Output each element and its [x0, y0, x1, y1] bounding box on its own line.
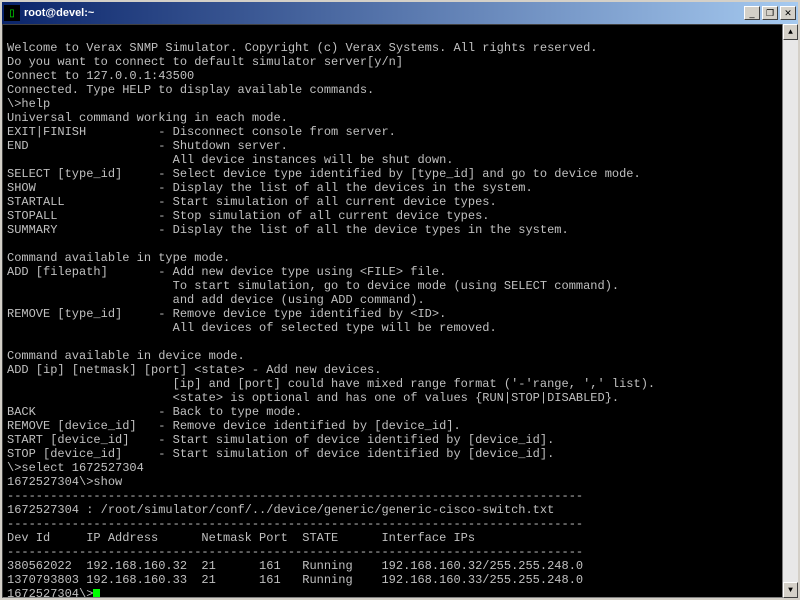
hdr-typemode: Command available in type mode. [7, 251, 230, 265]
help-devremove: REMOVE [device_id] - Remove device ident… [7, 419, 461, 433]
titlebar: ▯ root@devel:~ _ ❐ ✕ [2, 2, 798, 24]
close-button[interactable]: ✕ [780, 6, 796, 20]
line-welcome: Welcome to Verax SNMP Simulator. Copyrig… [7, 41, 598, 55]
help-end-2: All device instances will be shut down. [7, 153, 453, 167]
scroll-up-button[interactable]: ▲ [783, 24, 798, 40]
help-select: SELECT [type_id] - Select device type id… [7, 167, 641, 181]
help-remove-2: All devices of selected type will be rem… [7, 321, 497, 335]
help-devstart: START [device_id] - Start simulation of … [7, 433, 554, 447]
help-add-1: ADD [filepath] - Add new device type usi… [7, 265, 446, 279]
maximize-button[interactable]: ❐ [762, 6, 778, 20]
window-title: root@devel:~ [24, 7, 744, 19]
cursor-icon [93, 589, 100, 598]
divider-3: ----------------------------------------… [7, 545, 583, 559]
scrollbar[interactable]: ▲ ▼ [782, 24, 798, 598]
cmd-help: \>help [7, 97, 50, 111]
hdr-universal: Universal command working in each mode. [7, 111, 288, 125]
hdr-devmode: Command available in device mode. [7, 349, 245, 363]
help-devadd-2: [ip] and [port] could have mixed range f… [7, 377, 655, 391]
cmd-select: \>select 1672527304 [7, 461, 144, 475]
help-end: END - Shutdown server. [7, 139, 288, 153]
help-summary: SUMMARY - Display the list of all the de… [7, 223, 569, 237]
terminal-output[interactable]: Welcome to Verax SNMP Simulator. Copyrig… [2, 24, 798, 598]
scroll-track[interactable] [783, 40, 798, 582]
putty-icon: ▯ [4, 5, 20, 21]
help-show: SHOW - Display the list of all the devic… [7, 181, 533, 195]
help-devadd-3: <state> is optional and has one of value… [7, 391, 619, 405]
divider-1: ----------------------------------------… [7, 489, 583, 503]
cmd-show: 1672527304\>show [7, 475, 122, 489]
help-back: BACK - Back to type mode. [7, 405, 302, 419]
table-row: 380562022 192.168.160.32 21 161 Running … [7, 559, 583, 573]
minimize-button[interactable]: _ [744, 6, 760, 20]
help-remove-1: REMOVE [type_id] - Remove device type id… [7, 307, 446, 321]
help-add-2: To start simulation, go to device mode (… [7, 279, 619, 293]
line-connect-to: Connect to 127.0.0.1:43500 [7, 69, 194, 83]
divider-2: ----------------------------------------… [7, 517, 583, 531]
help-devadd-1: ADD [ip] [netmask] [port] <state> - Add … [7, 363, 381, 377]
help-stopall: STOPALL - Stop simulation of all current… [7, 209, 489, 223]
help-exit: EXIT|FINISH - Disconnect console from se… [7, 125, 396, 139]
table-header: Dev Id IP Address Netmask Port STATE Int… [7, 531, 475, 545]
prompt: 1672527304\> [7, 587, 93, 598]
help-startall: STARTALL - Start simulation of all curre… [7, 195, 497, 209]
device-path: 1672527304 : /root/simulator/conf/../dev… [7, 503, 554, 517]
line-connected: Connected. Type HELP to display availabl… [7, 83, 374, 97]
line-connect-prompt: Do you want to connect to default simula… [7, 55, 403, 69]
terminal-window: ▯ root@devel:~ _ ❐ ✕ Welcome to Verax SN… [0, 0, 800, 600]
help-add-3: and add device (using ADD command). [7, 293, 425, 307]
help-devstop: STOP [device_id] - Start simulation of d… [7, 447, 554, 461]
table-row: 1370793803 192.168.160.33 21 161 Running… [7, 573, 583, 587]
scroll-down-button[interactable]: ▼ [783, 582, 798, 598]
window-buttons: _ ❐ ✕ [744, 6, 796, 20]
